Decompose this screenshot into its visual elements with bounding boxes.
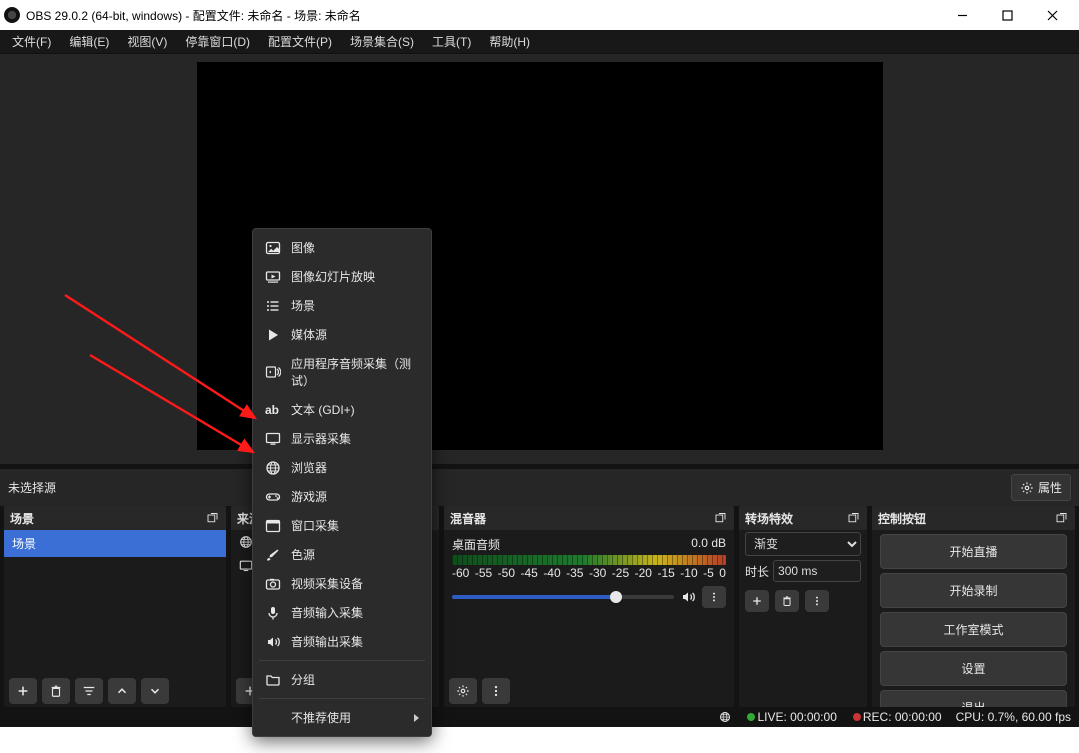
- scene-move-down-button[interactable]: [141, 678, 169, 704]
- scenes-panel-title: 场景: [10, 510, 34, 527]
- monitor-icon: [239, 559, 253, 573]
- menu-item-audio-input[interactable]: 音频输入采集: [253, 598, 431, 627]
- add-transition-button[interactable]: [745, 590, 769, 612]
- transition-menu-button[interactable]: [805, 590, 829, 612]
- track-menu-button[interactable]: [702, 586, 726, 608]
- popout-icon[interactable]: [713, 512, 728, 524]
- menu-item-media-source[interactable]: 媒体源: [253, 320, 431, 349]
- menu-scene-collection[interactable]: 场景集合(S): [342, 31, 422, 52]
- brush-icon: [265, 547, 281, 563]
- menu-item-color-source[interactable]: 色源: [253, 540, 431, 569]
- menu-item-browser[interactable]: 浏览器: [253, 453, 431, 482]
- globe-icon: [239, 535, 253, 549]
- menu-item-group[interactable]: 分组: [253, 665, 431, 694]
- window-titlebar: OBS 29.0.2 (64-bit, windows) - 配置文件: 未命名…: [0, 0, 1079, 30]
- menu-item-slideshow[interactable]: 图像幻灯片放映: [253, 262, 431, 291]
- add-source-menu: 图像 图像幻灯片放映 场景 媒体源 应用程序音频采集（测试） 文本 (GDI+)…: [252, 228, 432, 737]
- no-source-selected-label: 未选择源: [8, 479, 56, 496]
- track-level: 0.0 dB: [691, 536, 726, 553]
- menu-separator: [259, 660, 425, 661]
- menu-item-text-gdi[interactable]: 文本 (GDI+): [253, 395, 431, 424]
- list-icon: [265, 298, 281, 314]
- menu-item-scene[interactable]: 场景: [253, 291, 431, 320]
- window-maximize-button[interactable]: [985, 0, 1030, 30]
- slideshow-icon: [265, 269, 281, 285]
- menu-profile[interactable]: 配置文件(P): [260, 31, 340, 52]
- stream-status-icon: [719, 711, 731, 723]
- audio-mixer-panel: 混音器 桌面音频 0.0 dB -60-55-50-45-40-35-30-25-…: [444, 506, 734, 707]
- transition-duration-input[interactable]: [773, 560, 861, 582]
- start-recording-button[interactable]: 开始录制: [880, 573, 1067, 608]
- popout-icon[interactable]: [1054, 512, 1069, 524]
- source-context-toolbar: 未选择源 属性: [0, 464, 1079, 506]
- audio-track: 桌面音频 0.0 dB -60-55-50-45-40-35-30-25-20-1…: [444, 530, 734, 610]
- scene-move-up-button[interactable]: [108, 678, 136, 704]
- scene-filters-button[interactable]: [75, 678, 103, 704]
- folder-icon: [265, 672, 281, 688]
- menu-item-display-capture[interactable]: 显示器采集: [253, 424, 431, 453]
- cpu-status: CPU: 0.7%, 60.00 fps: [956, 710, 1071, 724]
- window-icon: [265, 518, 281, 534]
- remove-scene-button[interactable]: [42, 678, 70, 704]
- menu-item-app-audio-capture[interactable]: 应用程序音频采集（测试）: [253, 349, 431, 395]
- app-logo-icon: [4, 7, 20, 23]
- controls-panel: 控制按钮 开始直播 开始录制 工作室模式 设置 退出: [872, 506, 1075, 707]
- menu-edit[interactable]: 编辑(E): [61, 31, 117, 52]
- monitor-icon: [265, 431, 281, 447]
- play-icon: [265, 327, 281, 343]
- start-streaming-button[interactable]: 开始直播: [880, 534, 1067, 569]
- menu-item-window-capture[interactable]: 窗口采集: [253, 511, 431, 540]
- source-properties-button[interactable]: 属性: [1011, 474, 1071, 501]
- transitions-panel: 转场特效 渐变 时长: [739, 506, 867, 707]
- preview-area: [0, 54, 1079, 464]
- studio-mode-button[interactable]: 工作室模式: [880, 612, 1067, 647]
- menu-file[interactable]: 文件(F): [4, 31, 59, 52]
- popout-icon[interactable]: [205, 512, 220, 524]
- popout-icon[interactable]: [846, 512, 861, 524]
- controls-panel-title: 控制按钮: [878, 510, 926, 527]
- menu-item-deprecated[interactable]: 不推荐使用: [253, 703, 431, 732]
- rec-status: REC: 00:00:00: [851, 710, 942, 724]
- menu-help[interactable]: 帮助(H): [481, 31, 538, 52]
- speaker-icon[interactable]: [680, 589, 696, 605]
- app-audio-icon: [265, 364, 281, 380]
- scene-list-item[interactable]: 场景: [4, 530, 226, 557]
- window-minimize-button[interactable]: [940, 0, 985, 30]
- speaker-icon: [265, 634, 281, 650]
- remove-transition-button[interactable]: [775, 590, 799, 612]
- window-close-button[interactable]: [1030, 0, 1075, 30]
- live-status: LIVE: 00:00:00: [745, 710, 836, 724]
- ab-icon: [265, 402, 281, 418]
- menu-tools[interactable]: 工具(T): [424, 31, 479, 52]
- window-title: OBS 29.0.2 (64-bit, windows) - 配置文件: 未命名…: [26, 7, 940, 24]
- mixer-panel-title: 混音器: [450, 510, 486, 527]
- transition-select[interactable]: 渐变: [745, 532, 861, 556]
- menu-item-image[interactable]: 图像: [253, 233, 431, 262]
- image-icon: [265, 240, 281, 256]
- status-bar: LIVE: 00:00:00 REC: 00:00:00 CPU: 0.7%, …: [0, 707, 1079, 727]
- menubar: 文件(F) 编辑(E) 视图(V) 停靠窗口(D) 配置文件(P) 场景集合(S…: [0, 30, 1079, 54]
- menu-docks[interactable]: 停靠窗口(D): [177, 31, 258, 52]
- volume-meter: [452, 555, 726, 565]
- camera-icon: [265, 576, 281, 592]
- menu-item-game-capture[interactable]: 游戏源: [253, 482, 431, 511]
- transitions-panel-title: 转场特效: [745, 510, 793, 527]
- add-scene-button[interactable]: [9, 678, 37, 704]
- mic-icon: [265, 605, 281, 621]
- duration-label: 时长: [745, 563, 769, 580]
- menu-item-video-capture[interactable]: 视频采集设备: [253, 569, 431, 598]
- mixer-menu-button[interactable]: [482, 678, 510, 704]
- mixer-settings-button[interactable]: [449, 678, 477, 704]
- gamepad-icon: [265, 489, 281, 505]
- scenes-panel: 场景 场景: [4, 506, 226, 707]
- menu-item-audio-output[interactable]: 音频输出采集: [253, 627, 431, 656]
- globe-icon: [265, 460, 281, 476]
- track-name: 桌面音频: [452, 536, 500, 553]
- menu-separator: [259, 698, 425, 699]
- meter-ticks: -60-55-50-45-40-35-30-25-20-15-10-50: [452, 566, 726, 580]
- exit-button[interactable]: 退出: [880, 690, 1067, 707]
- volume-slider[interactable]: [452, 595, 674, 599]
- settings-button[interactable]: 设置: [880, 651, 1067, 686]
- menu-view[interactable]: 视图(V): [119, 31, 175, 52]
